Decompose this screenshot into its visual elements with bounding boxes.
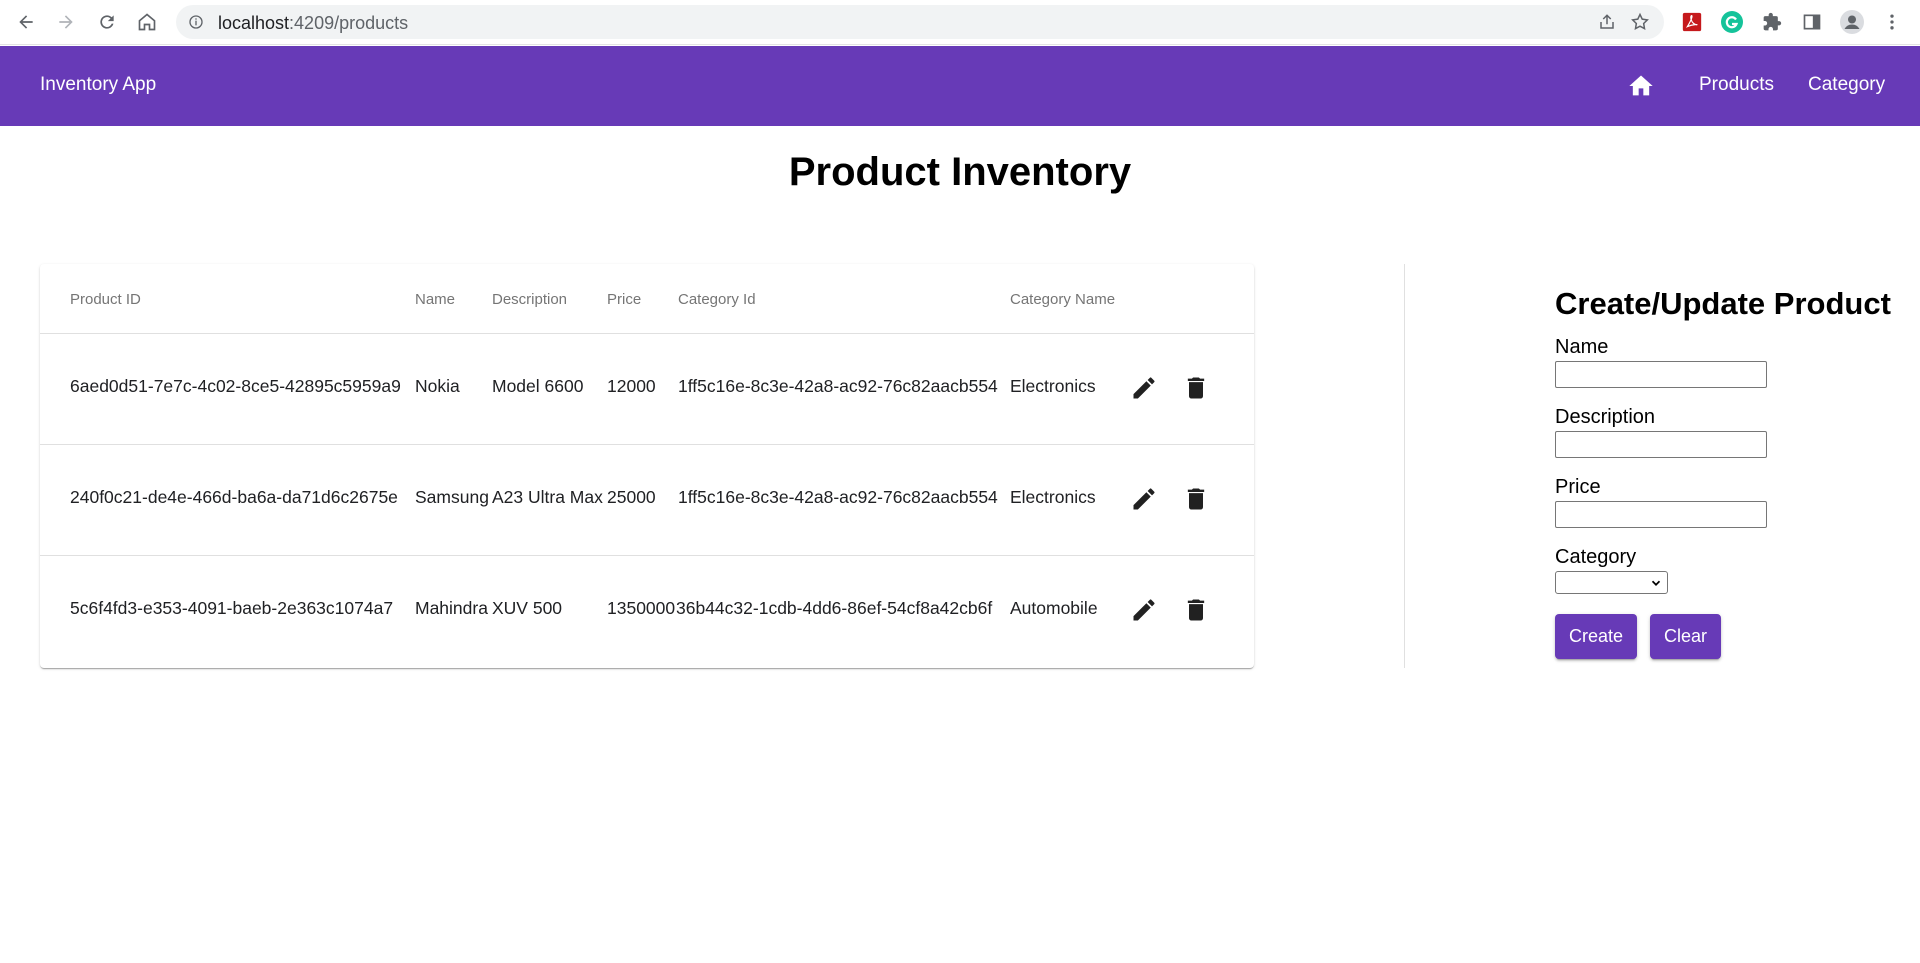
cell-category-id: 1ff5c16e-8c3e-42a8-ac92-76c82aacb554 [678,376,998,396]
cell-description: XUV 500 [492,598,563,618]
header-description[interactable]: Description [492,291,567,308]
cell-name: Samsung [415,487,489,507]
cell-category-name: Electronics [1010,376,1096,396]
share-icon[interactable] [1598,13,1616,31]
category-select[interactable] [1555,571,1668,594]
page-title: Product Inventory [788,150,1132,194]
cell-category-id: 1ff5c16e-8c3e-42a8-ac92-76c82aacb554 [678,487,998,507]
price-label: Price [1555,476,1601,498]
profile-avatar-icon[interactable] [1840,10,1864,34]
forward-icon[interactable] [54,10,78,34]
product-form: Create/Update Product Name Description P… [1555,286,1895,659]
pdf-extension-icon[interactable] [1680,10,1704,34]
header-name[interactable]: Name [415,291,455,308]
product-table: Product ID Name Description Price Catego… [40,264,1254,668]
grammarly-extension-icon[interactable] [1720,10,1744,34]
price-input[interactable] [1555,501,1767,528]
browser-menu-icon[interactable] [1880,10,1904,34]
header-product-id[interactable]: Product ID [70,291,141,308]
cell-product-id: 5c6f4fd3-e353-4091-baeb-2e363c1074a7 [70,598,394,618]
cell-category-name: Electronics [1010,487,1096,507]
delete-icon[interactable] [1182,374,1210,402]
delete-icon[interactable] [1182,596,1210,624]
cell-category-name: Automobile [1010,598,1098,618]
description-input[interactable] [1555,431,1767,458]
bookmark-star-icon[interactable] [1630,12,1650,32]
app-toolbar: Inventory App Products Category [0,46,1920,126]
form-title: Create/Update Product [1555,286,1891,321]
header-category-name[interactable]: Category Name [1010,291,1115,308]
table-row: 240f0c21-de4e-466d-ba6a-da71d6c2675e Sam… [40,445,1254,556]
url-text: localhost:4209/products [218,13,409,33]
header-price[interactable]: Price [607,291,641,308]
category-label: Category [1555,546,1637,568]
table-row: 5c6f4fd3-e353-4091-baeb-2e363c1074a7 Mah… [40,556,1254,667]
table-row: 6aed0d51-7e7c-4c02-8ce5-42895c5959a9 Nok… [40,334,1254,445]
delete-icon[interactable] [1182,485,1210,513]
table-header-row: Product ID Name Description Price Catego… [40,264,1254,334]
site-info-icon[interactable] [188,14,204,30]
cell-description: Model 6600 [492,376,584,396]
nav-category-link[interactable]: Category [1808,74,1885,96]
cell-price: 12000 [607,376,656,396]
clear-button[interactable]: Clear [1650,614,1722,659]
name-input[interactable] [1555,361,1767,388]
browser-toolbar: localhost:4209/products [0,0,1920,45]
vertical-divider [1404,264,1405,668]
home-browser-icon[interactable] [135,10,159,34]
cell-price: 1350000 [607,598,676,618]
extensions-puzzle-icon[interactable] [1760,10,1784,34]
app-title: Inventory App [40,74,157,95]
home-icon[interactable] [1626,72,1656,100]
cell-price: 25000 [607,487,656,507]
name-label: Name [1555,336,1609,358]
cell-name: Mahindra [415,598,488,618]
form-actions: Create Clear [1555,614,1895,659]
cell-product-id: 6aed0d51-7e7c-4c02-8ce5-42895c5959a9 [70,376,401,396]
description-label: Description [1555,406,1656,428]
edit-icon[interactable] [1130,374,1158,402]
header-category-id[interactable]: Category Id [678,291,756,308]
cell-category-id: 36b44c32-1cdb-4dd6-86ef-54cf8a42cb6f [676,598,993,618]
edit-icon[interactable] [1130,485,1158,513]
back-icon[interactable] [14,10,38,34]
edit-icon[interactable] [1130,596,1158,624]
cell-description: A23 Ultra Max [492,487,603,507]
cell-product-id: 240f0c21-de4e-466d-ba6a-da71d6c2675e [70,487,398,507]
cell-name: Nokia [415,376,460,396]
nav-products-link[interactable]: Products [1699,74,1774,96]
side-panel-icon[interactable] [1800,10,1824,34]
reload-icon[interactable] [95,10,119,34]
address-bar[interactable]: localhost:4209/products [176,5,1664,39]
chevron-down-icon [1651,580,1661,586]
create-button[interactable]: Create [1555,614,1638,659]
